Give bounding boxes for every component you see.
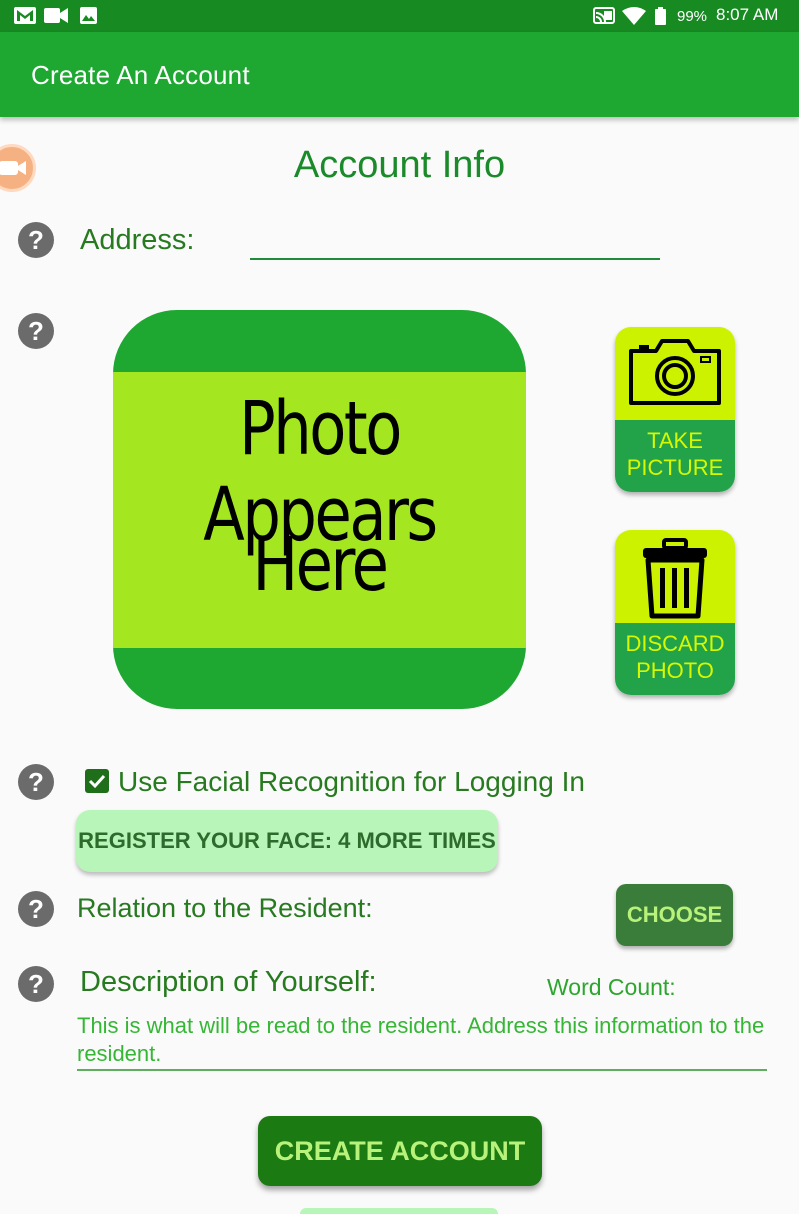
description-input[interactable]: This is what will be read to the residen…: [77, 1012, 767, 1068]
help-icon-address[interactable]: ?: [18, 222, 54, 258]
checkmark-icon: [88, 774, 106, 789]
help-icon-facial[interactable]: ?: [18, 764, 54, 800]
gmail-icon: [14, 7, 36, 24]
word-count-label: Word Count:: [547, 974, 676, 1000]
description-underline: [77, 1069, 767, 1071]
photo-placeholder: Photo Appears Here: [113, 310, 526, 709]
help-icon-description[interactable]: ?: [18, 966, 54, 1002]
choose-relation-button[interactable]: CHOOSE: [616, 884, 733, 946]
discard-photo-button[interactable]: DISCARD PHOTO: [615, 530, 735, 695]
wifi-icon: [622, 7, 646, 25]
app-title: Create An Account: [31, 60, 250, 90]
clock-time: 8:07 AM: [716, 5, 779, 24]
create-account-button[interactable]: CREATE ACCOUNT: [258, 1116, 542, 1186]
relation-label: Relation to the Resident:: [77, 893, 373, 923]
image-icon: [80, 7, 97, 24]
photo-placeholder-inner: Photo Appears Here: [113, 372, 526, 648]
address-input[interactable]: [250, 222, 660, 258]
photo-placeholder-text-2: Here: [252, 522, 389, 608]
battery-icon: [655, 7, 666, 25]
camera-icon: [629, 339, 721, 405]
help-icon-relation[interactable]: ?: [18, 891, 54, 927]
app-bar: Create An Account: [0, 32, 799, 117]
register-face-button[interactable]: REGISTER YOUR FACE: 4 MORE TIMES: [76, 810, 498, 872]
battery-percent: 99%: [677, 8, 708, 25]
discard-photo-label-2: PHOTO: [636, 658, 714, 683]
description-label: Description of Yourself:: [80, 966, 377, 998]
address-underline: [250, 258, 660, 260]
take-picture-button[interactable]: TAKE PICTURE: [615, 327, 735, 492]
help-icon-photo[interactable]: ?: [18, 313, 54, 349]
facial-recognition-label[interactable]: Use Facial Recognition for Logging In: [118, 766, 585, 798]
cast-icon: [593, 7, 615, 24]
status-bar: 99% 8:07 AM: [0, 0, 799, 32]
address-label: Address:: [80, 224, 195, 256]
discard-photo-label-1: DISCARD: [625, 631, 725, 656]
take-picture-label-2: PICTURE: [626, 455, 724, 480]
trash-icon: [643, 538, 707, 619]
next-button-peek[interactable]: [300, 1208, 498, 1214]
facial-recognition-checkbox[interactable]: [85, 769, 109, 793]
take-picture-label-1: TAKE: [647, 428, 703, 453]
video-icon: [44, 8, 68, 23]
section-title: Account Info: [293, 144, 506, 186]
